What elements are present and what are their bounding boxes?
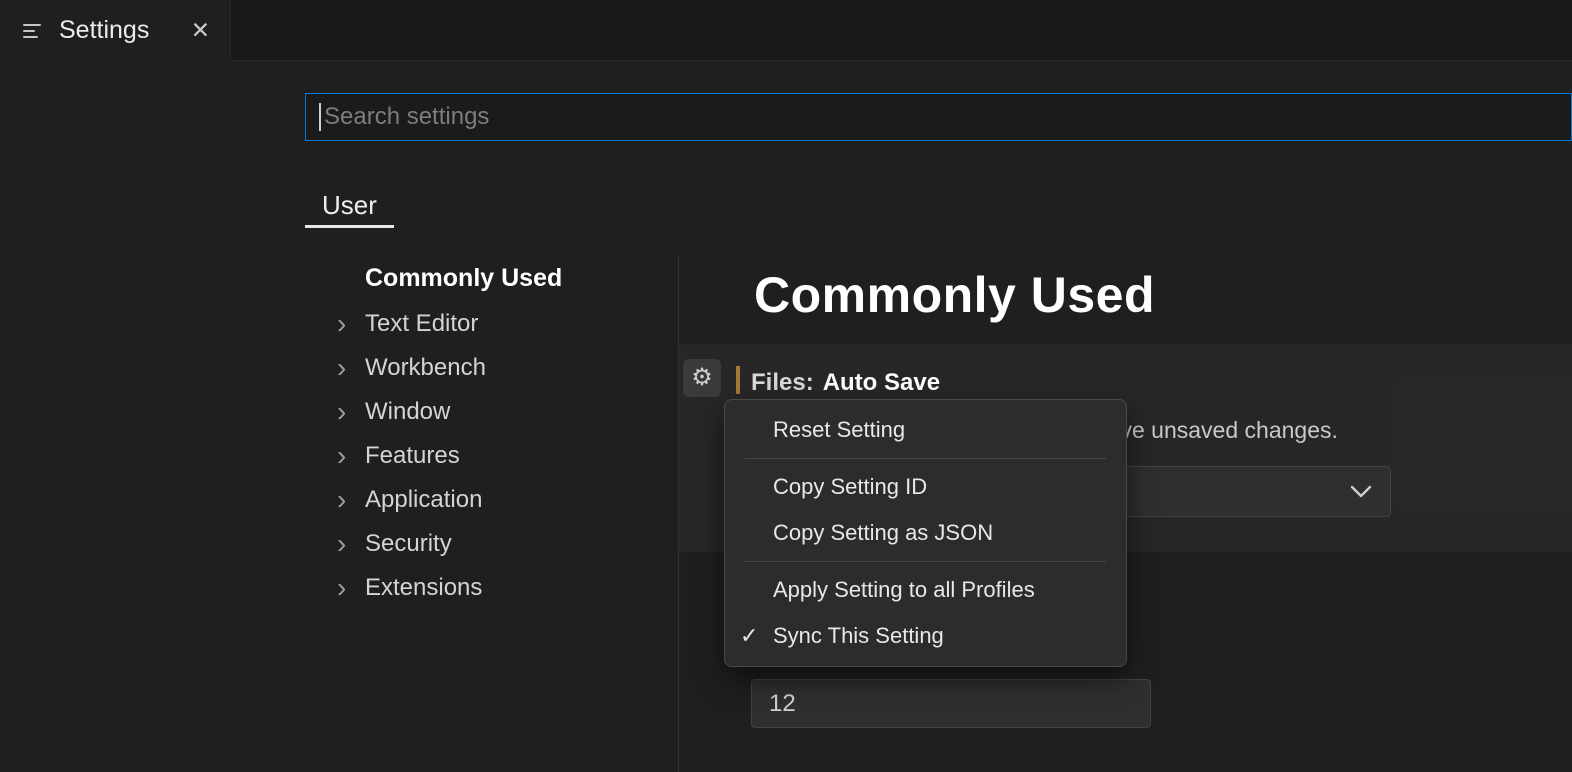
font-size-input[interactable] (752, 690, 1150, 718)
setting-category: Files: (751, 369, 814, 397)
chevron-right-icon: › (337, 398, 365, 426)
toc-item-workbench[interactable]: › Workbench (337, 353, 486, 383)
section-heading: Commonly Used (754, 266, 1155, 324)
scope-tab-underline (305, 225, 394, 228)
toc-item-text-editor[interactable]: › Text Editor (337, 309, 478, 339)
toc-item-window[interactable]: › Window (337, 397, 450, 427)
menu-separator (745, 458, 1106, 459)
menu-item-apply-setting-to-all-profiles[interactable]: Apply Setting to all Profiles (725, 567, 1126, 613)
menu-item-sync-this-setting[interactable]: ✓ Sync This Setting (725, 613, 1126, 659)
setting-gear-button[interactable]: ⚙ (683, 359, 721, 397)
search-input[interactable] (321, 103, 1571, 131)
scope-tab-label: User (322, 190, 377, 221)
chevron-right-icon: › (337, 530, 365, 558)
modified-indicator (736, 366, 740, 394)
font-size-field (751, 679, 1151, 728)
editor-tab-bar: Settings ✕ (0, 0, 1572, 61)
gear-icon: ⚙ (691, 366, 713, 390)
toc-item-security[interactable]: › Security (337, 529, 452, 559)
check-icon: ✓ (740, 623, 758, 649)
menu-item-reset-setting[interactable]: Reset Setting (725, 407, 1126, 453)
setting-context-menu: Reset Setting Copy Setting ID Copy Setti… (724, 399, 1127, 667)
setting-title: Files: Auto Save (751, 368, 940, 398)
settings-editor-icon (20, 19, 44, 43)
chevron-right-icon: › (337, 574, 365, 602)
search-settings-box (305, 93, 1572, 141)
toc-item-features[interactable]: › Features (337, 441, 460, 471)
chevron-right-icon: › (337, 310, 365, 338)
settings-editor-window: Settings ✕ User Commonly Used › Text Edi… (0, 0, 1572, 772)
toc-item-application[interactable]: › Application (337, 485, 482, 515)
tab-close-icon[interactable]: ✕ (191, 19, 210, 42)
settings-tab[interactable]: Settings ✕ (0, 0, 231, 61)
scope-tab-user[interactable]: User (305, 182, 394, 228)
menu-item-copy-setting-as-json[interactable]: Copy Setting as JSON (725, 510, 1126, 556)
menu-separator (745, 561, 1106, 562)
chevron-right-icon: › (337, 354, 365, 382)
menu-item-copy-setting-id[interactable]: Copy Setting ID (725, 464, 1126, 510)
toc-item-commonly-used[interactable]: Commonly Used (365, 264, 562, 293)
tab-title: Settings (59, 16, 149, 45)
chevron-down-icon (1350, 485, 1372, 498)
chevron-right-icon: › (337, 442, 365, 470)
toc-item-extensions[interactable]: › Extensions (337, 573, 482, 603)
setting-name: Auto Save (823, 369, 940, 397)
chevron-right-icon: › (337, 486, 365, 514)
